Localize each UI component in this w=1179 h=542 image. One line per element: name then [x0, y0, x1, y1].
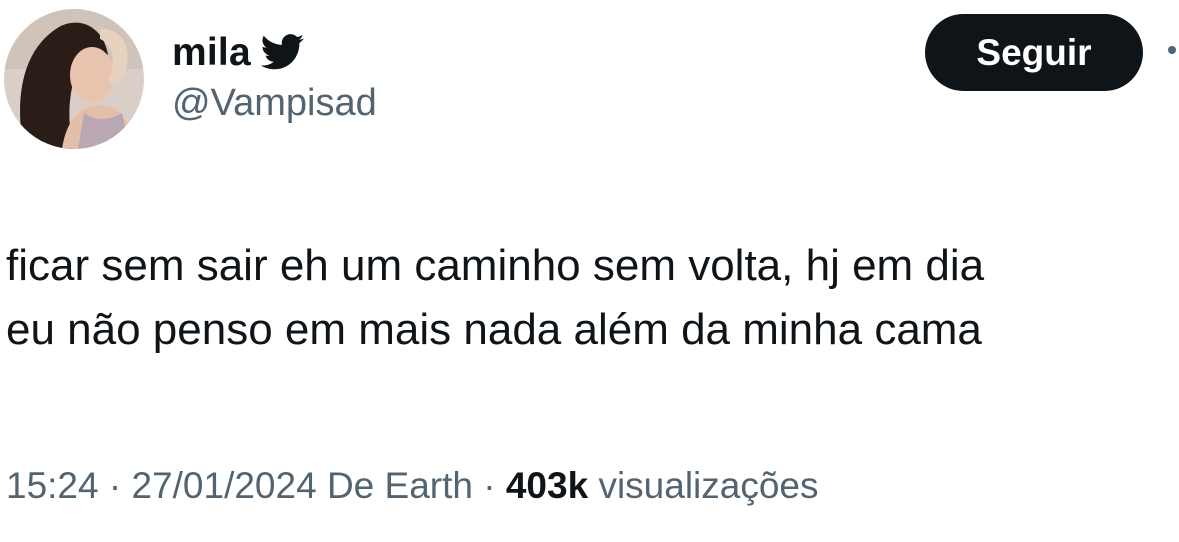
views-count[interactable]: 403k: [506, 465, 588, 506]
twitter-bird-icon: [260, 34, 305, 70]
tweet-line: eu não penso em mais nada além da minha …: [6, 305, 982, 354]
meta-separator: ·: [483, 465, 496, 506]
tweet-text: ficar sem sair eh um caminho sem volta, …: [6, 234, 984, 362]
avatar[interactable]: [4, 9, 144, 149]
more-options-icon[interactable]: [1168, 46, 1176, 54]
display-name[interactable]: mila: [172, 33, 251, 72]
tweet-meta: 15:24 · 27/01/2024 De Earth · 403k visua…: [6, 462, 819, 510]
tweet-time[interactable]: 15:24: [6, 465, 99, 506]
user-handle[interactable]: @Vampisad: [172, 84, 377, 122]
display-name-row: mila: [172, 28, 305, 76]
tweet-line: ficar sem sair eh um caminho sem volta, …: [6, 241, 985, 290]
tweet-source: De Earth: [326, 465, 473, 506]
views-label: visualizações: [598, 465, 819, 506]
follow-button[interactable]: Seguir: [925, 14, 1143, 91]
tweet-date[interactable]: 27/01/2024: [131, 465, 316, 506]
meta-separator: ·: [108, 465, 122, 506]
avatar-image: [4, 9, 144, 149]
